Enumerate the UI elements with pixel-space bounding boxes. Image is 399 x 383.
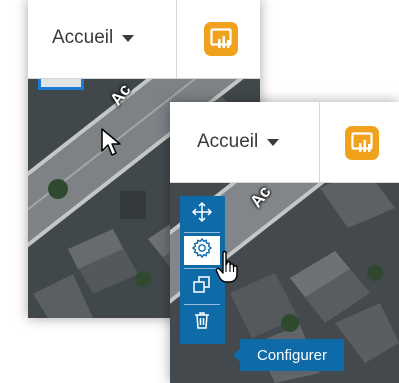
home-menu[interactable]: Accueil (197, 102, 280, 182)
duplicate-icon (192, 274, 212, 299)
mouse-cursor-icon (100, 127, 122, 157)
divider (184, 304, 220, 305)
gear-icon (191, 237, 213, 264)
front-window: Accueil Ac Configurer (170, 102, 399, 383)
home-menu[interactable]: Accueil (52, 0, 135, 78)
home-menu-label: Accueil (197, 131, 259, 152)
delete-button[interactable] (184, 308, 220, 337)
hand-cursor-icon (215, 250, 241, 289)
dashboard-app-icon[interactable] (204, 22, 238, 56)
header: Accueil (170, 102, 399, 183)
move-button[interactable] (184, 200, 220, 229)
divider (184, 232, 220, 233)
move-icon (191, 201, 213, 227)
header: Accueil (28, 0, 260, 79)
chevron-down-icon (267, 138, 280, 146)
divider (176, 0, 177, 78)
configure-tooltip: Configurer (233, 339, 344, 371)
selection-frame (38, 79, 84, 90)
dashboard-app-icon[interactable] (345, 126, 379, 160)
chevron-down-icon (122, 34, 135, 42)
trash-icon (192, 310, 212, 335)
divider (319, 102, 320, 182)
home-menu-label: Accueil (52, 27, 114, 48)
tooltip-label: Configurer (256, 346, 328, 364)
